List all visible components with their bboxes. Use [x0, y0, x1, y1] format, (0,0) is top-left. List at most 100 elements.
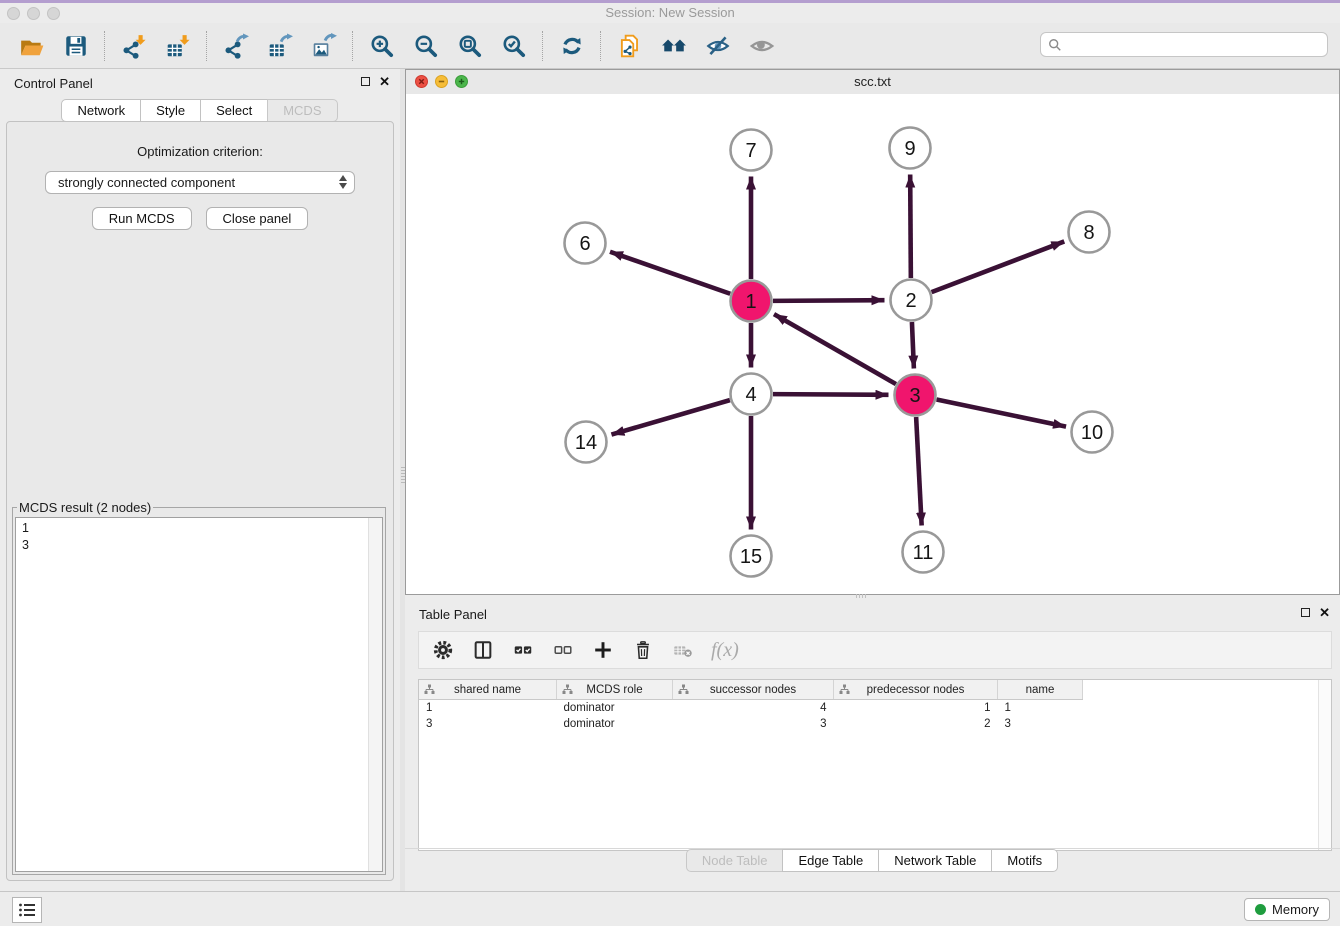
- toolbar-separator: [206, 31, 208, 61]
- graph-node-label: 4: [745, 384, 756, 406]
- window-titlebar: Session: New Session: [0, 3, 1340, 23]
- table-tabs-bar: Node Table Edge Table Network Table Moti…: [405, 848, 1340, 892]
- table-panel-header: Table Panel ✕: [405, 600, 1340, 628]
- node-table: shared nameMCDS rolesuccessor nodesprede…: [419, 680, 1083, 732]
- close-table-panel-icon[interactable]: ✕: [1319, 607, 1330, 618]
- column-header-name[interactable]: name: [998, 680, 1083, 700]
- status-bar: Memory: [0, 891, 1340, 926]
- zoom-out-icon[interactable]: [412, 32, 440, 60]
- tab-motifs[interactable]: Motifs: [991, 849, 1058, 872]
- control-panel-tabs: Network Style Select MCDS: [0, 99, 400, 122]
- graph-edge-1-2[interactable]: [773, 300, 885, 301]
- column-header-successor-nodes[interactable]: successor nodes: [673, 680, 834, 700]
- graph-edge-2-3[interactable]: [912, 322, 914, 369]
- task-history-button[interactable]: [12, 897, 42, 923]
- table-panel: Table Panel ✕: [405, 600, 1340, 892]
- mcds-result-fieldset: MCDS result (2 nodes) 13: [12, 500, 386, 875]
- graph-edge-4-14[interactable]: [611, 400, 729, 434]
- table-cell: 3: [998, 716, 1083, 732]
- mcds-result-title: MCDS result (2 nodes): [17, 500, 153, 515]
- search-field[interactable]: [1040, 32, 1328, 57]
- graph-edge-3-11[interactable]: [916, 417, 922, 526]
- select-stepper-icon: [339, 175, 347, 189]
- add-column-icon[interactable]: [591, 638, 615, 662]
- graph-node-label: 14: [575, 432, 597, 454]
- save-session-icon[interactable]: [62, 32, 90, 60]
- select-all-icon[interactable]: [511, 638, 535, 662]
- horizontal-splitter[interactable]: [856, 594, 868, 598]
- criterion-select[interactable]: strongly connected component: [45, 171, 355, 194]
- clone-network-icon[interactable]: [616, 32, 644, 60]
- mcds-result-pane[interactable]: 13: [15, 517, 383, 872]
- control-panel: Control Panel ✕ Network Style Select MCD…: [0, 69, 400, 895]
- optimization-criterion-label: Optimization criterion:: [7, 144, 393, 159]
- export-network-icon[interactable]: [222, 32, 250, 60]
- graph-node-label: 11: [913, 542, 934, 564]
- window-title: Session: New Session: [0, 5, 1340, 20]
- node-table-container: shared nameMCDS rolesuccessor nodesprede…: [418, 679, 1332, 851]
- table-scrollbar[interactable]: [1318, 680, 1331, 850]
- table-cell: 1: [834, 700, 998, 717]
- delete-table-icon: [671, 638, 695, 662]
- control-panel-header: Control Panel ✕: [0, 69, 400, 97]
- float-table-panel-icon[interactable]: [1301, 608, 1310, 617]
- graph-edge-1-6[interactable]: [610, 252, 730, 294]
- export-table-icon[interactable]: [266, 32, 294, 60]
- table-cell: 1: [419, 700, 557, 717]
- hide-unhide-icon[interactable]: [704, 32, 732, 60]
- fx-icon: f(x): [711, 639, 739, 662]
- unselect-all-icon[interactable]: [551, 638, 575, 662]
- memory-status-icon: [1255, 904, 1266, 915]
- graph-edge-4-3[interactable]: [773, 394, 889, 395]
- tab-node-table[interactable]: Node Table: [686, 849, 784, 872]
- table-row[interactable]: 1dominator411: [419, 700, 1083, 717]
- open-session-icon[interactable]: [18, 32, 46, 60]
- result-scrollbar[interactable]: [368, 518, 382, 871]
- graph-edge-3-10[interactable]: [937, 400, 1067, 427]
- network-window-titlebar[interactable]: scc.txt: [406, 70, 1339, 95]
- search-icon: [1048, 38, 1062, 52]
- table-row[interactable]: 3dominator323: [419, 716, 1083, 732]
- column-header-predecessor-nodes[interactable]: predecessor nodes: [834, 680, 998, 700]
- main-toolbar: [0, 23, 1340, 69]
- control-panel-title: Control Panel: [14, 76, 93, 91]
- tab-network-table[interactable]: Network Table: [878, 849, 992, 872]
- zoom-selected-icon[interactable]: [500, 32, 528, 60]
- memory-label: Memory: [1272, 902, 1319, 917]
- toolbar-separator: [542, 31, 544, 61]
- graph-edge-2-9[interactable]: [910, 174, 911, 278]
- column-header-shared-name[interactable]: shared name: [419, 680, 557, 700]
- table-panel-title: Table Panel: [419, 607, 487, 622]
- tab-select[interactable]: Select: [200, 99, 268, 122]
- export-image-icon[interactable]: [310, 32, 338, 60]
- network-canvas[interactable]: 7968124314101511: [406, 94, 1339, 594]
- table-cell: 2: [834, 716, 998, 732]
- import-network-icon[interactable]: [120, 32, 148, 60]
- gear-icon[interactable]: [431, 638, 455, 662]
- graph-node-label: 8: [1083, 222, 1094, 244]
- zoom-fit-icon[interactable]: [456, 32, 484, 60]
- split-pane-icon[interactable]: [471, 638, 495, 662]
- memory-button[interactable]: Memory: [1244, 898, 1330, 921]
- zoom-in-icon[interactable]: [368, 32, 396, 60]
- list-icon: [18, 902, 36, 918]
- search-input[interactable]: [1062, 36, 1327, 53]
- float-panel-icon[interactable]: [361, 77, 370, 86]
- table-cell: 3: [673, 716, 834, 732]
- tab-network[interactable]: Network: [61, 99, 141, 122]
- graph-edge-2-8[interactable]: [932, 241, 1065, 292]
- home-view-icon[interactable]: [660, 32, 688, 60]
- table-cell: 4: [673, 700, 834, 717]
- run-mcds-button[interactable]: Run MCDS: [92, 207, 192, 230]
- column-header-MCDS-role[interactable]: MCDS role: [557, 680, 673, 700]
- graph-edge-3-1[interactable]: [774, 314, 896, 384]
- close-panel-button[interactable]: Close panel: [206, 207, 309, 230]
- delete-column-icon[interactable]: [631, 638, 655, 662]
- tab-edge-table[interactable]: Edge Table: [782, 849, 879, 872]
- close-panel-icon[interactable]: ✕: [379, 76, 390, 87]
- show-graphics-icon[interactable]: [748, 32, 776, 60]
- import-table-icon[interactable]: [164, 32, 192, 60]
- refresh-layout-icon[interactable]: [558, 32, 586, 60]
- tab-style[interactable]: Style: [140, 99, 201, 122]
- tab-mcds[interactable]: MCDS: [267, 99, 337, 122]
